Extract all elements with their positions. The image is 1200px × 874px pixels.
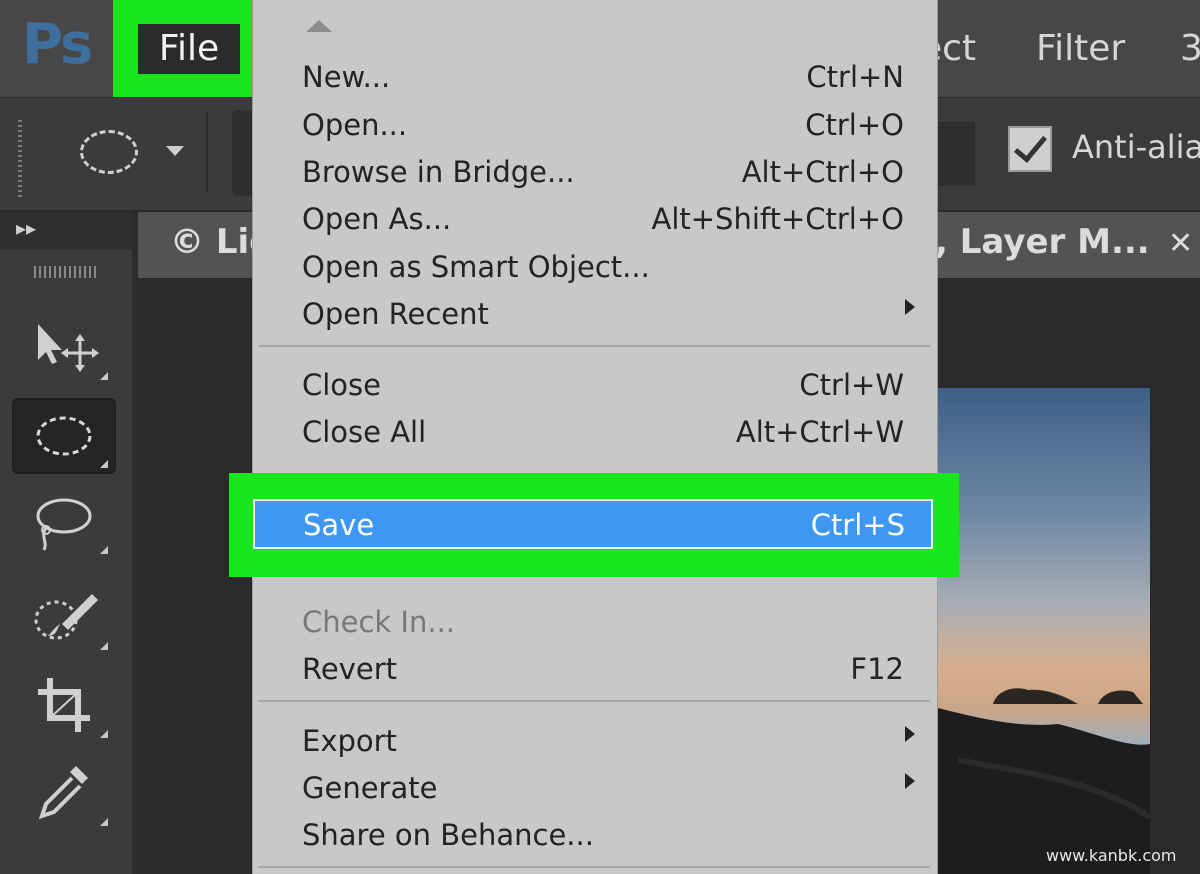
chevron-right-icon (905, 299, 915, 315)
tools-panel-grip[interactable] (34, 266, 98, 278)
double-chevron-icon[interactable]: ▸▸ (16, 216, 36, 240)
tool-flyout-indicator (100, 546, 108, 554)
filter-menu-button[interactable]: Filter (1036, 24, 1125, 74)
menu-item-browse-in-bridge-shortcut: Alt+Ctrl+O (741, 155, 904, 189)
3d-menu-button[interactable]: 3 (1180, 24, 1200, 74)
menu-item-browse-in-bridge[interactable]: Browse in Bridge... (302, 152, 575, 192)
menu-item-close-all[interactable]: Close All (302, 412, 426, 452)
anti-alias-label: Anti-alias (1072, 128, 1200, 166)
tool-flyout-indicator (100, 818, 108, 826)
options-field[interactable] (935, 122, 975, 186)
photoshop-logo: Ps (22, 12, 93, 77)
menu-item-open[interactable]: Open... (302, 105, 407, 145)
anti-alias-checkbox[interactable] (1008, 126, 1052, 172)
menu-item-save-shortcut: Ctrl+S (810, 508, 905, 542)
menu-item-save[interactable]: Save Ctrl+S (253, 499, 933, 549)
tool-flyout-indicator (100, 460, 108, 468)
options-divider (206, 112, 208, 192)
tool-flyout-indicator (100, 372, 108, 380)
chevron-right-icon (905, 726, 915, 742)
menu-item-check-in: Check In... (302, 605, 456, 639)
menu-item-revert-shortcut: F12 (850, 652, 904, 686)
menu-item-open-as-smart-object[interactable]: Open as Smart Object... (302, 247, 650, 287)
menu-item-share-on-behance[interactable]: Share on Behance... (302, 815, 594, 855)
watermark: www.kanbk.com (1046, 846, 1177, 865)
menu-item-new[interactable]: New... (302, 57, 390, 97)
menu-item-close[interactable]: Close (302, 365, 381, 405)
menu-item-open-shortcut: Ctrl+O (805, 108, 904, 142)
menu-item-generate[interactable]: Generate (302, 768, 437, 808)
crop-tool[interactable] (12, 668, 116, 744)
menu-item-close-all-shortcut: Alt+Ctrl+W (735, 415, 904, 449)
chevron-right-icon (905, 773, 915, 789)
menu-item-open-recent[interactable]: Open Recent (302, 294, 489, 334)
move-tool[interactable] (12, 310, 116, 386)
close-icon[interactable]: ✕ (1168, 226, 1193, 261)
scroll-up-arrow-icon[interactable] (306, 20, 332, 32)
document-tab-title-suffix[interactable]: , Layer M... (935, 222, 1150, 262)
tool-flyout-indicator (100, 730, 108, 738)
menu-item-save-label: Save (303, 508, 375, 542)
feather-field[interactable] (232, 110, 254, 196)
menu-item-new-shortcut: Ctrl+N (806, 60, 904, 94)
file-menu-button[interactable]: File (138, 24, 240, 74)
chevron-down-icon[interactable] (166, 146, 184, 156)
menu-item-open-as-shortcut: Alt+Shift+Ctrl+O (651, 202, 904, 236)
checkmark-icon (1014, 128, 1047, 163)
landscape-photo (938, 388, 1150, 874)
menu-item-open-as[interactable]: Open As... (302, 199, 451, 239)
menu-item-revert[interactable]: Revert (302, 649, 397, 689)
quick-selection-tool[interactable] (12, 580, 116, 656)
tool-flyout-indicator (100, 642, 108, 650)
menu-item-export[interactable]: Export (302, 721, 397, 761)
lasso-tool[interactable] (12, 484, 116, 560)
menu-separator (258, 866, 930, 868)
photo-silhouettes (938, 688, 1150, 874)
options-bar-grip[interactable] (18, 120, 22, 198)
menu-separator (258, 700, 930, 702)
menu-separator (258, 345, 930, 347)
ellipse-preset-icon[interactable] (80, 130, 138, 174)
eyedropper-tool[interactable] (12, 756, 116, 832)
elliptical-marquee-tool[interactable] (12, 398, 116, 474)
menu-item-close-shortcut: Ctrl+W (799, 368, 904, 402)
